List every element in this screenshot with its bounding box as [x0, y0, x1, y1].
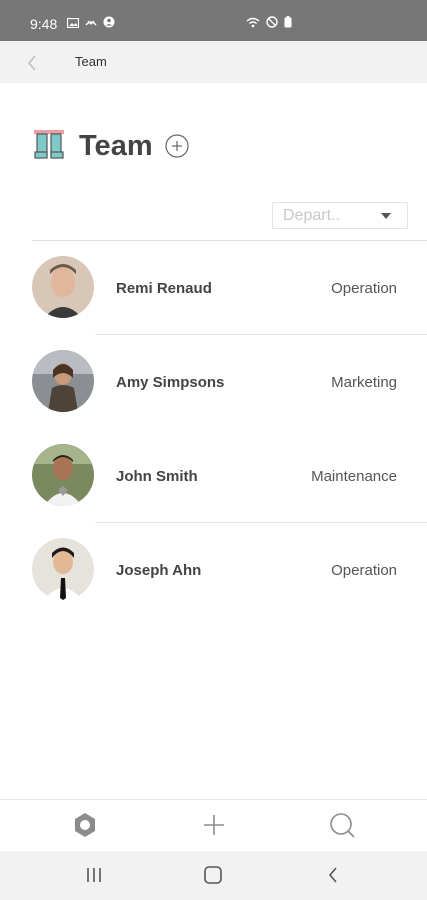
member-row[interactable]: Amy Simpsons Marketing [0, 335, 427, 429]
home-button[interactable] [201, 863, 225, 887]
member-name: Joseph Ahn [116, 562, 202, 579]
add-icon [204, 815, 224, 835]
member-row[interactable]: John Smith Maintenance [0, 429, 427, 523]
home-icon [204, 866, 222, 884]
member-department: Operation [331, 562, 397, 579]
page-title: Team [79, 129, 153, 162]
avatar [32, 444, 94, 506]
wifi-icon [246, 15, 260, 33]
battery-icon [284, 15, 292, 33]
search-icon [330, 813, 355, 838]
recent-apps-icon [87, 868, 101, 882]
member-department: Marketing [331, 374, 397, 391]
back-button[interactable] [18, 49, 46, 77]
status-time: 9:48 [30, 16, 58, 32]
search-button[interactable] [327, 810, 357, 840]
system-back-button[interactable] [321, 863, 345, 887]
status-bar: 9:48 [0, 0, 427, 41]
avatar [32, 538, 94, 600]
avatar [32, 256, 94, 318]
missed-call-icon [85, 15, 97, 33]
settings-button[interactable] [70, 810, 100, 840]
member-row[interactable]: Remi Renaud Operation [0, 241, 427, 335]
department-filter-select[interactable]: Depart.. [272, 202, 408, 229]
member-name: John Smith [116, 468, 198, 485]
settings-icon [75, 813, 95, 837]
recent-apps-button[interactable] [82, 863, 106, 887]
team-logo-icon [32, 127, 66, 166]
plus-circle-icon [165, 134, 189, 158]
member-department: Maintenance [311, 468, 397, 485]
do-not-disturb-icon [266, 15, 278, 33]
caret-down-icon [381, 212, 391, 219]
add-team-button[interactable] [165, 134, 189, 158]
department-filter-placeholder: Depart.. [283, 206, 340, 224]
member-department: Operation [331, 280, 397, 297]
member-row[interactable]: Joseph Ahn Operation [0, 523, 427, 617]
back-icon [328, 867, 337, 883]
gallery-icon [66, 15, 80, 33]
add-button[interactable] [199, 810, 229, 840]
member-name: Amy Simpsons [116, 374, 225, 391]
page-header: Team [32, 124, 189, 168]
account-icon [103, 15, 115, 33]
avatar [32, 350, 94, 412]
member-name: Remi Renaud [116, 280, 212, 297]
chevron-left-icon [27, 55, 36, 71]
system-nav-bar [0, 851, 427, 900]
app-bar-title: Team [75, 54, 107, 69]
bottom-nav [0, 799, 427, 851]
member-list: Remi Renaud Operation Amy Simpsons Marke… [0, 241, 427, 617]
app-bar: Team [0, 41, 427, 83]
